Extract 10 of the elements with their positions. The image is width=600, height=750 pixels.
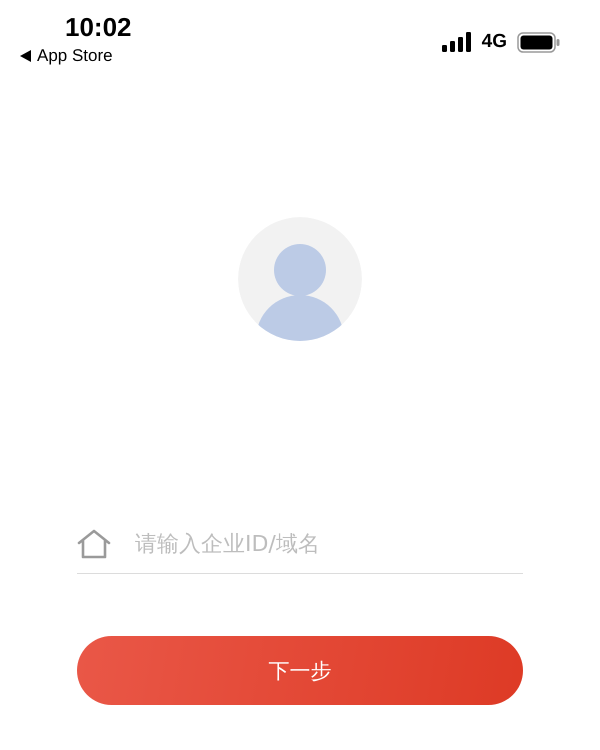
network-type: 4G	[482, 31, 507, 53]
status-time: 10:02	[65, 12, 132, 42]
next-step-button[interactable]: 下一步	[77, 636, 523, 705]
default-avatar-icon	[238, 217, 362, 341]
back-triangle-icon[interactable]	[20, 50, 31, 62]
company-id-field[interactable]: 请输入企业ID/域名	[135, 529, 523, 559]
battery-icon	[517, 32, 560, 52]
back-app-link[interactable]: App Store	[37, 46, 113, 66]
home-icon	[77, 529, 111, 559]
signal-icon	[442, 32, 472, 52]
